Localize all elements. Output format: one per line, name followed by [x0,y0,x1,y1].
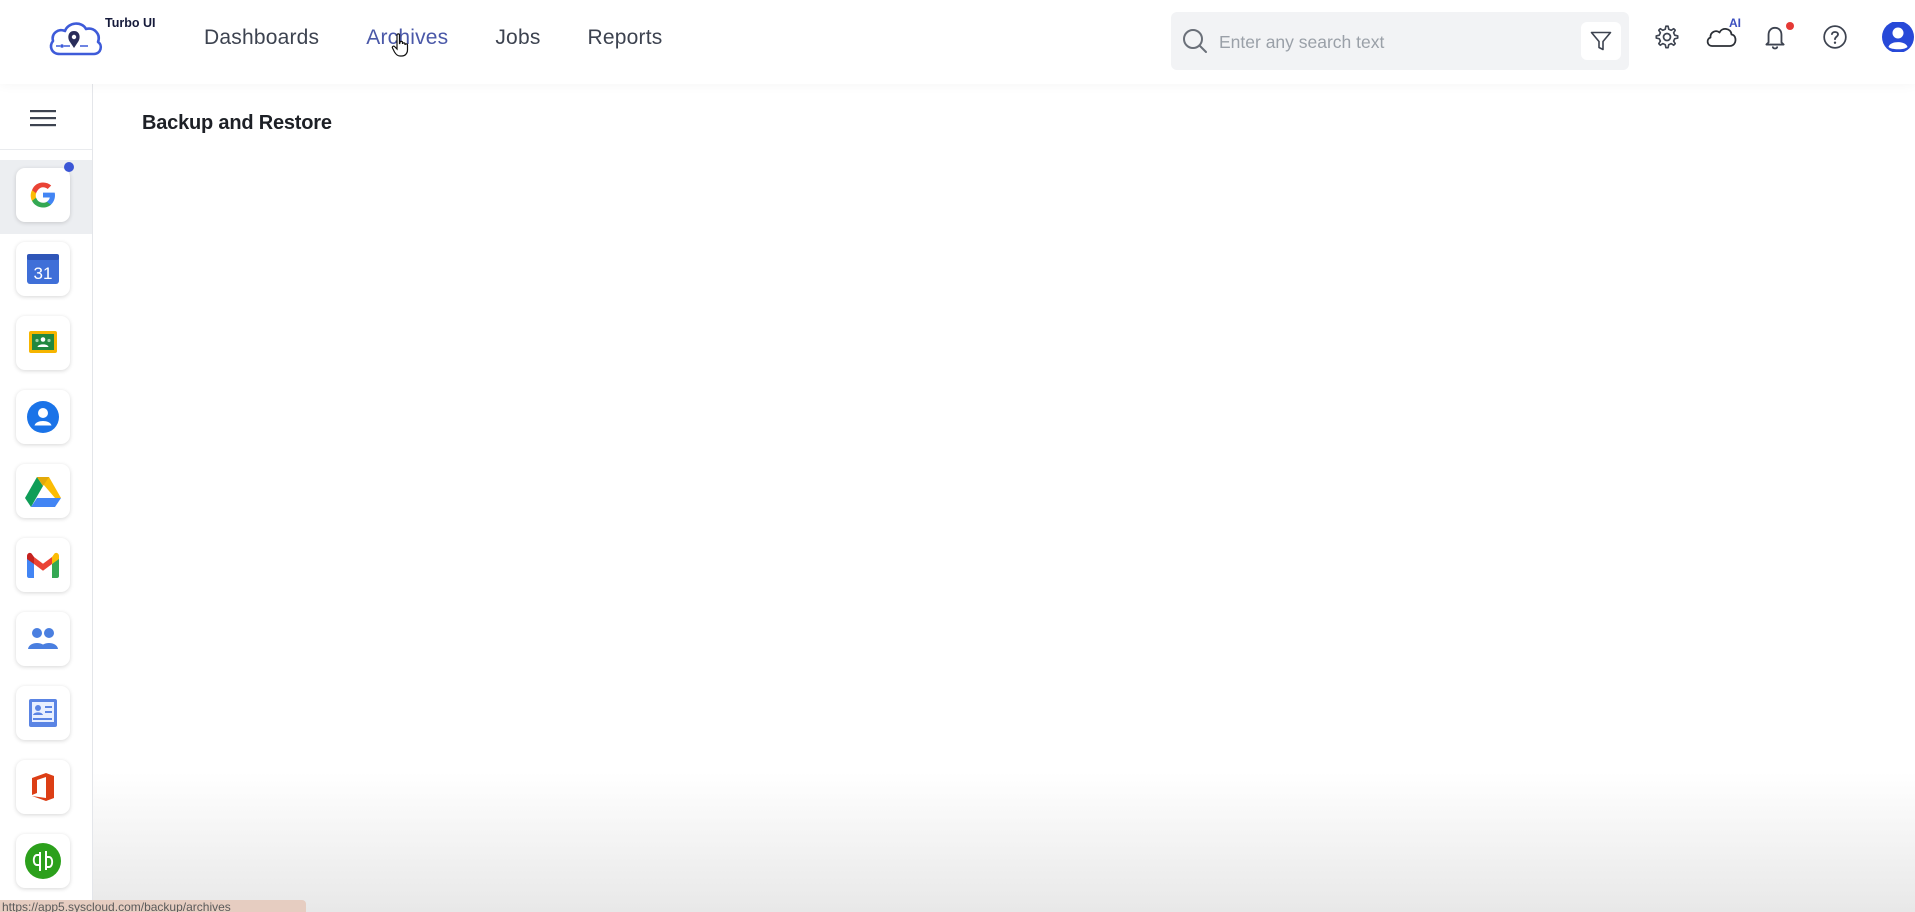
bottom-fade-overlay [92,772,1915,912]
logo-text: Turbo UI [105,16,156,30]
office-icon [32,773,54,801]
nav-reports[interactable]: Reports [588,26,663,50]
sidebar-divider [0,149,92,150]
calendar-icon: 31 [27,254,59,284]
filter-button[interactable] [1581,22,1621,60]
directory-icon [29,699,57,727]
google-g-icon [30,182,55,208]
filter-icon [1590,31,1612,51]
hand-cursor-icon [391,33,409,57]
app-logo[interactable]: Turbo UI [46,14,166,64]
sidebar-app-office[interactable] [16,760,70,814]
sidebar-app-quickbooks[interactable] [16,834,70,888]
top-header: Turbo UI Dashboards Archives Jobs Report… [0,0,1915,84]
gear-icon [1655,25,1679,49]
sidebar-app-gmail[interactable] [16,538,70,592]
ai-badge: AI [1729,16,1741,30]
nav-jobs[interactable]: Jobs [495,26,540,50]
calendar-day-text: 31 [34,264,53,283]
contacts-icon [27,401,59,433]
cloud-logo-icon [49,22,103,56]
sidebar-app-contacts[interactable] [16,390,70,444]
sidebar-app-classroom[interactable] [16,316,70,370]
sidebar-app-directory[interactable] [16,686,70,740]
page-title: Backup and Restore [142,112,332,134]
user-avatar[interactable] [1881,22,1915,52]
main-nav: Dashboards Archives Jobs Reports [204,26,662,50]
search-input[interactable] [1217,26,1561,58]
notification-dot [1786,22,1794,30]
sidebar-app-calendar[interactable]: 31 [16,242,70,296]
bell-icon [1765,26,1785,50]
app-sidebar: 31 [0,84,93,912]
sidebar-app-drive[interactable] [16,464,70,518]
search-icon [1183,29,1207,53]
drive-icon [25,477,61,507]
search-bar [1171,12,1629,70]
settings-button[interactable] [1652,22,1682,52]
help-button[interactable] [1820,22,1850,52]
sidebar-app-google[interactable] [16,162,74,222]
nav-dashboards[interactable]: Dashboards [204,26,319,50]
user-avatar-icon [1882,22,1914,52]
gmail-icon [27,552,59,578]
sidebar-app-groups[interactable] [16,612,70,666]
hamburger-menu-icon[interactable] [30,108,56,128]
help-icon [1823,25,1847,49]
active-indicator-dot [64,162,74,172]
quickbooks-icon [25,843,61,879]
classroom-icon [29,331,57,356]
groups-icon [28,628,58,649]
status-bar-url: https://app5.syscloud.com/backup/archive… [0,900,306,912]
